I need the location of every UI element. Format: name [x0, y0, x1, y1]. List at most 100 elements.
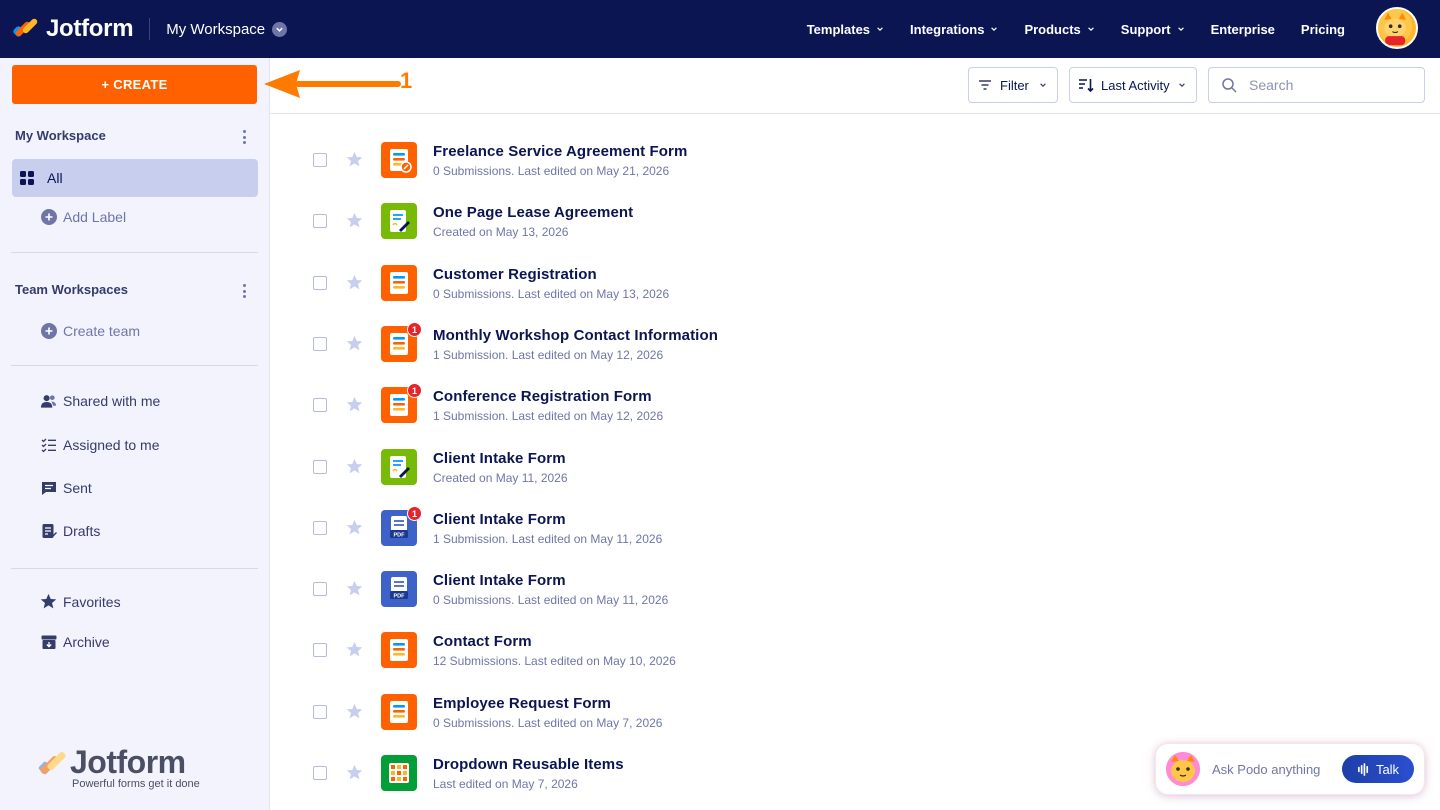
star-icon[interactable] [346, 335, 363, 352]
nav-templates[interactable]: Templates [794, 22, 897, 37]
annotation-arrow [264, 70, 401, 98]
sign-document-icon [381, 449, 417, 485]
user-avatar[interactable] [1376, 7, 1418, 49]
row-checkbox[interactable] [313, 337, 327, 351]
jotform-logo[interactable]: Jotform [12, 0, 134, 58]
row-checkbox[interactable] [313, 705, 327, 719]
footer-tagline: Powerful forms get it done [72, 778, 200, 790]
row-checkbox[interactable] [313, 521, 327, 535]
form-title[interactable]: Customer Registration [433, 266, 597, 283]
row-checkbox[interactable] [313, 153, 327, 167]
star-icon[interactable] [346, 212, 363, 229]
nav-enterprise[interactable]: Enterprise [1198, 22, 1288, 37]
nav-support[interactable]: Support [1108, 22, 1198, 37]
workspace-switcher[interactable]: My Workspace [166, 21, 288, 38]
form-row[interactable]: PDF 1 Client Intake Form 1 Submission. Last… [270, 486, 1440, 546]
podo-assistant[interactable]: Ask Podo anything Talk [1156, 744, 1424, 794]
form-meta: 12 Submissions. Last edited on May 10, 2… [433, 654, 676, 668]
mic-icon [1357, 762, 1368, 776]
star-icon[interactable] [346, 703, 363, 720]
form-title[interactable]: Client Intake Form [433, 450, 566, 467]
users-icon [40, 392, 57, 409]
star-icon[interactable] [346, 519, 363, 536]
sort-icon [1079, 79, 1094, 93]
talk-button[interactable]: Talk [1342, 755, 1414, 783]
form-row[interactable]: Employee Request Form 0 Submissions. Last… [270, 670, 1440, 730]
row-checkbox[interactable] [313, 582, 327, 596]
form-meta: 1 Submission. Last edited on May 11, 202… [433, 532, 663, 546]
sidebar-item-all[interactable]: All [12, 159, 258, 197]
form-row[interactable]: Client Intake Form Created on May 11, 202… [270, 425, 1440, 485]
star-icon[interactable] [346, 764, 363, 781]
add-label-button[interactable]: Add Label [40, 208, 126, 225]
form-icon [381, 265, 417, 301]
kebab-icon[interactable] [239, 130, 249, 144]
form-title[interactable]: Conference Registration Form [433, 388, 652, 405]
sidebar-item-archive[interactable]: Archive [40, 633, 110, 650]
form-title[interactable]: One Page Lease Agreement [433, 204, 633, 221]
star-icon[interactable] [346, 151, 363, 168]
form-row[interactable]: 1 Monthly Workshop Contact Information 1 S… [270, 302, 1440, 362]
unread-badge: 1 [407, 322, 422, 337]
form-title[interactable]: Contact Form [433, 633, 532, 650]
nav-label: Support [1120, 21, 1171, 37]
form-row[interactable]: 1 Conference Registration Form 1 Submissio… [270, 363, 1440, 423]
logo-divider [149, 18, 151, 40]
unread-badge: 1 [407, 383, 422, 398]
nav-products[interactable]: Products [1011, 22, 1107, 37]
kebab-icon[interactable] [239, 284, 249, 298]
sidebar-item-label: Add Label [63, 208, 127, 225]
message-icon [40, 479, 57, 496]
filter-button[interactable]: Filter [968, 67, 1058, 103]
sidebar-item-label: Drafts [63, 522, 101, 539]
star-icon[interactable] [346, 396, 363, 413]
row-checkbox[interactable] [313, 276, 327, 290]
form-row[interactable]: Freelance Service Agreement Form 0 Submis… [270, 118, 1440, 178]
row-checkbox[interactable] [313, 398, 327, 412]
nav-label: Products [1024, 21, 1081, 37]
star-icon[interactable] [346, 458, 363, 475]
search-box [1208, 67, 1425, 103]
row-checkbox[interactable] [313, 766, 327, 780]
form-title[interactable]: Client Intake Form [433, 572, 566, 589]
sidebar-item-assigned[interactable]: Assigned to me [40, 436, 160, 453]
row-checkbox[interactable] [313, 214, 327, 228]
filter-icon [979, 80, 991, 90]
create-team-button[interactable]: Create team [40, 322, 140, 339]
sidebar-item-label: Favorites [63, 593, 121, 610]
form-title[interactable]: Employee Request Form [433, 695, 611, 712]
row-checkbox[interactable] [313, 643, 327, 657]
top-nav: Templates Integrations Products Support … [794, 0, 1358, 58]
toolbar-divider [270, 113, 1440, 114]
filter-label: Filter [1000, 77, 1029, 93]
form-icon [381, 694, 417, 730]
form-title[interactable]: Freelance Service Agreement Form [433, 143, 687, 160]
form-row[interactable]: Contact Form 12 Submissions. Last edited … [270, 608, 1440, 668]
star-icon[interactable] [346, 274, 363, 291]
sidebar-item-sent[interactable]: Sent [40, 479, 92, 496]
sort-button[interactable]: Last Activity [1069, 67, 1197, 103]
form-title[interactable]: Client Intake Form [433, 511, 566, 528]
form-row[interactable]: Customer Registration 0 Submissions. Last… [270, 241, 1440, 301]
form-icon [381, 142, 417, 178]
sidebar-item-favorites[interactable]: Favorites [40, 593, 121, 610]
sidebar-item-shared[interactable]: Shared with me [40, 392, 160, 409]
star-icon[interactable] [346, 641, 363, 658]
nav-integrations[interactable]: Integrations [897, 22, 1011, 37]
row-checkbox[interactable] [313, 460, 327, 474]
search-input[interactable] [1249, 77, 1399, 93]
form-title[interactable]: Monthly Workshop Contact Information [433, 327, 718, 344]
form-row[interactable]: PDF Client Intake Form 0 Submissions. Last… [270, 547, 1440, 607]
nav-pricing[interactable]: Pricing [1288, 22, 1358, 37]
star-icon[interactable] [346, 580, 363, 597]
nav-label: Enterprise [1210, 21, 1275, 37]
sidebar-item-drafts[interactable]: Drafts [40, 522, 100, 539]
form-title[interactable]: Dropdown Reusable Items [433, 756, 624, 773]
footer-wordmark: Jotform [70, 744, 186, 780]
create-button[interactable]: + CREATE [12, 65, 257, 104]
table-icon [381, 755, 417, 791]
svg-text:PDF: PDF [394, 594, 406, 600]
talk-label: Talk [1375, 761, 1400, 777]
chevron-down-icon [1040, 83, 1046, 88]
form-row[interactable]: One Page Lease Agreement Created on May 1… [270, 179, 1440, 239]
